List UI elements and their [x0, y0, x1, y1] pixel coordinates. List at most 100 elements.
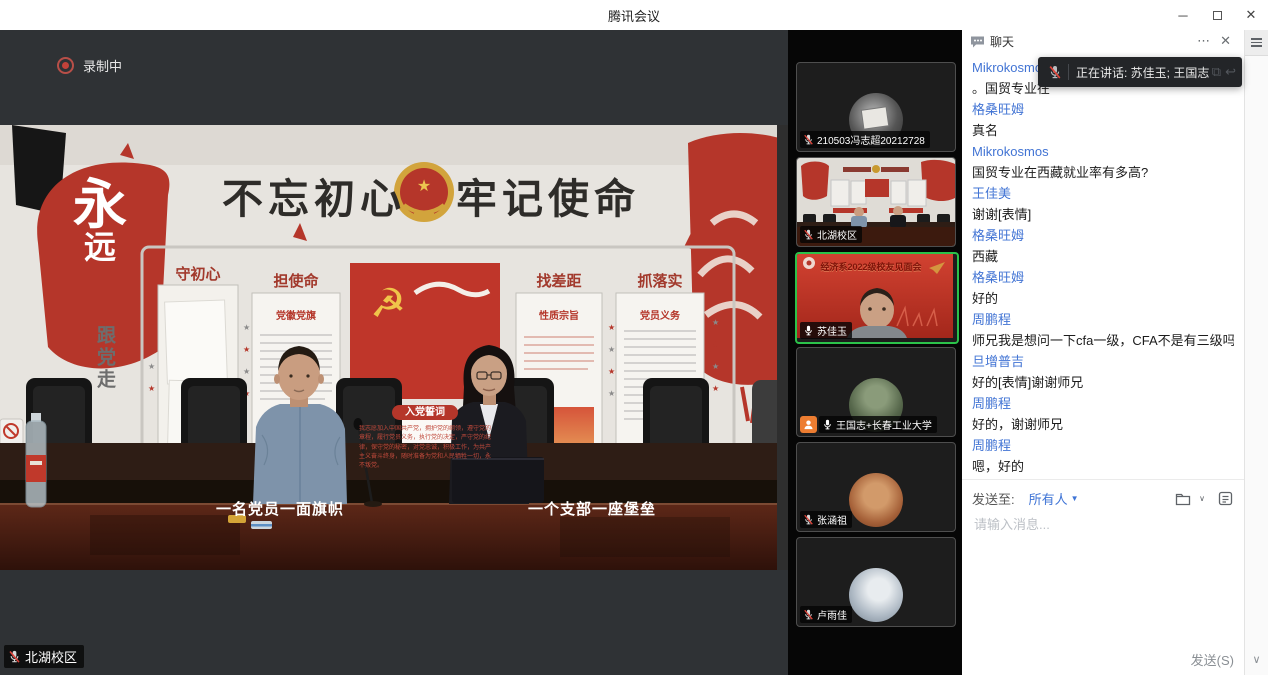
participant-name-label: 张涵祖: [800, 511, 852, 528]
chat-message: 师兄我是想问一下cfa一级，CFA不是有三级吗: [972, 333, 1234, 348]
svg-text:★: ★: [148, 362, 155, 371]
speaking-toast-text: 正在讲话: 苏佳玉; 王国志...: [1076, 64, 1210, 81]
mic-muted-icon: [803, 134, 814, 145]
participant-tile-beihu[interactable]: 北湖校区: [796, 157, 956, 247]
send-options-button[interactable]: ∨: [1252, 643, 1260, 675]
speaking-toast: 正在讲话: 苏佳玉; 王国志... ⧉ ↩: [1038, 57, 1242, 87]
chat-message: 真名: [972, 123, 1234, 138]
chat-bubble-icon: [970, 35, 985, 48]
main-video-stage: 录制中: [0, 30, 788, 675]
send-button[interactable]: 发送(S): [1191, 650, 1234, 669]
svg-text:★: ★: [243, 367, 250, 376]
svg-text:★: ★: [608, 345, 615, 354]
chat-message: 西藏: [972, 249, 1234, 264]
restore-button[interactable]: [1200, 0, 1234, 30]
send-to-dropdown[interactable]: 所有人▼: [1029, 489, 1079, 508]
host-badge-icon: [800, 416, 817, 433]
recording-label: 录制中: [83, 56, 122, 75]
national-emblem: ★: [394, 162, 454, 222]
left-flag: [37, 162, 169, 368]
table-item: [228, 515, 246, 523]
svg-text:★: ★: [148, 340, 155, 349]
svg-text:★: ★: [712, 362, 719, 371]
svg-text:★: ★: [243, 323, 250, 332]
mic-muted-icon: [8, 650, 21, 663]
participant-name-label: 北湖校区: [800, 226, 862, 243]
chat-message: 国贸专业在西藏就业率有多高?: [972, 165, 1234, 180]
chat-more-button[interactable]: ⋯: [1192, 33, 1215, 49]
laptop: [452, 457, 544, 503]
water-bottle: [26, 413, 46, 507]
recording-badge: 录制中: [57, 56, 122, 75]
window-controls: ─ ✕: [1166, 0, 1268, 30]
cabinet: [0, 443, 788, 483]
avatar: [849, 473, 903, 527]
participant-tile-fengzhichao[interactable]: 210503冯志超20212728: [796, 62, 956, 152]
mic-active-icon: [803, 325, 814, 336]
participant-name-label: 王国志+长春工业大学: [819, 416, 937, 433]
svg-text:★: ★: [712, 340, 719, 349]
mic-active-icon: [822, 419, 833, 430]
participant-tile-sujiayu-active[interactable]: 经济系2022级校友见面会 苏佳玉: [795, 252, 959, 344]
panel-menu-button[interactable]: [1245, 30, 1268, 56]
main-video-feed: ★ ★★ ★★ ★★ ★★ ★★ ★★ ★★ ★★: [0, 125, 788, 570]
participant-tile-wangguozhi[interactable]: 王国志+长春工业大学: [796, 347, 956, 437]
svg-text:★: ★: [243, 345, 250, 354]
window-title: 腾讯会议: [608, 6, 660, 25]
participant-name-label: 苏佳玉: [800, 322, 852, 339]
conference-room-scene: ★ ★★ ★★ ★★ ★★ ★★ ★★ ★★ ★★: [0, 125, 788, 570]
chat-header: 聊天 ⋯ ✕: [962, 30, 1244, 52]
switch-view-icon[interactable]: ⧉: [1212, 64, 1221, 80]
chat-message: 好的，谢谢师兄: [972, 417, 1234, 432]
chat-sender: Mikrokosmos: [972, 145, 1234, 159]
restore-icon: [1213, 11, 1222, 20]
chat-sender: 格桑旺姆: [972, 271, 1234, 285]
chat-side-rail: ∨: [1244, 30, 1268, 675]
chat-sender: 王佳美: [972, 187, 1234, 201]
chat-sender: 格桑旺姆: [972, 229, 1234, 243]
chat-history-icon[interactable]: [1174, 490, 1191, 507]
svg-text:★: ★: [417, 178, 431, 195]
close-button[interactable]: ✕: [1234, 0, 1268, 30]
caret-down-icon: ▼: [1071, 494, 1079, 503]
participant-strip[interactable]: 210503冯志超20212728: [788, 30, 962, 675]
chat-title: 聊天: [990, 33, 1014, 50]
minimize-button[interactable]: ─: [1166, 0, 1200, 30]
chat-message-list[interactable]: Mikrokosmos 。国贸专业在 格桑旺姆 真名 Mikrokosmos 国…: [962, 52, 1244, 479]
restore-panel-icon[interactable]: ↩: [1225, 64, 1236, 80]
mic-muted-icon: [1048, 65, 1062, 79]
participant-tile-zhanghanzu[interactable]: 张涵祖: [796, 442, 956, 532]
chat-footer: 发送至: 所有人▼ ∨: [962, 479, 1244, 675]
participant-tile-luyujia[interactable]: 卢雨佳: [796, 537, 956, 627]
chat-message: 好的[表情]谢谢师兄: [972, 375, 1234, 390]
chat-panel: 聊天 ⋯ ✕ Mikrokosmos 。国贸专业在 格桑旺姆 真名 Mikrok…: [962, 30, 1268, 675]
chat-message: 谢谢[表情]: [972, 207, 1234, 222]
svg-text:★: ★: [712, 318, 719, 327]
svg-text:★: ★: [148, 384, 155, 393]
chat-message-input[interactable]: [972, 516, 1216, 533]
participant-name-label: 210503冯志超20212728: [800, 131, 930, 148]
participant-name-label: 卢雨佳: [800, 606, 852, 623]
recording-icon: [57, 57, 74, 74]
avatar: [849, 568, 903, 622]
svg-text:★: ★: [148, 318, 155, 327]
chat-message: 好的: [972, 291, 1234, 306]
chevron-down-icon[interactable]: ∨: [1199, 494, 1205, 503]
hammer-sickle-icon: ☭: [370, 282, 406, 326]
notice-icon[interactable]: [1217, 490, 1234, 507]
window-titlebar: 腾讯会议 ─ ✕: [0, 0, 1268, 31]
main-video-name-label: 北湖校区: [4, 645, 84, 668]
mic-muted-icon: [803, 609, 814, 620]
svg-text:★: ★: [608, 389, 615, 398]
chat-sender: 周鹏程: [972, 313, 1234, 327]
svg-text:★: ★: [712, 384, 719, 393]
chat-message: 嗯，好的: [972, 459, 1234, 474]
chat-sender: 周鹏程: [972, 439, 1234, 453]
mic-muted-icon: [803, 229, 814, 240]
mic-muted-icon: [803, 514, 814, 525]
chat-close-button[interactable]: ✕: [1215, 33, 1236, 49]
chat-sender: 旦增普吉: [972, 355, 1234, 369]
svg-text:★: ★: [608, 323, 615, 332]
main-video-name: 北湖校区: [25, 647, 77, 666]
chat-sender: 格桑旺姆: [972, 103, 1234, 117]
